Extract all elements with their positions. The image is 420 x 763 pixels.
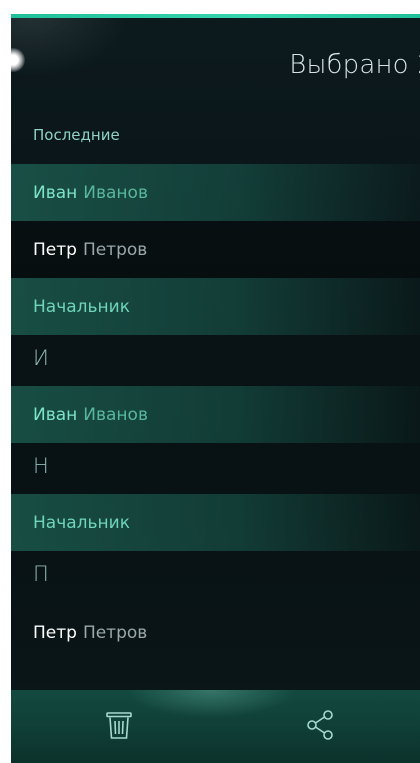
top-accent-bar: [11, 14, 420, 18]
delete-button[interactable]: [102, 708, 136, 742]
contact-first-name: Иван: [33, 182, 78, 203]
contact-first-name: Начальник: [33, 296, 130, 317]
bottom-toolbar: [11, 690, 420, 763]
page-title: Выбрано 2: [289, 50, 420, 80]
app-window: Выбрано 2 Последние Иван Иванов Петр Пет…: [11, 14, 420, 763]
contact-row-boss-recent[interactable]: Начальник: [11, 278, 420, 335]
share-icon: [307, 710, 333, 740]
section-letter-n: Н: [33, 454, 49, 478]
contact-last-name: Петров: [82, 239, 148, 260]
contact-row-ivan-recent[interactable]: Иван Иванов: [11, 164, 420, 221]
contact-row-petr-recent[interactable]: Петр Петров: [11, 221, 420, 278]
contact-row-petr[interactable]: Петр Петров: [11, 604, 420, 661]
contact-row-boss[interactable]: Начальник: [11, 494, 420, 551]
section-letter-i: И: [33, 346, 49, 370]
contact-first-name: Иван: [33, 404, 78, 425]
pulley-menu-indicator[interactable]: [11, 48, 25, 72]
share-button[interactable]: [304, 708, 338, 742]
contact-last-name: Иванов: [83, 404, 148, 425]
section-header-recent: Последние: [33, 126, 120, 144]
contact-first-name: Начальник: [33, 512, 130, 533]
contact-last-name: Иванов: [83, 182, 148, 203]
section-letter-p: П: [33, 562, 49, 586]
trash-icon: [106, 712, 132, 739]
contact-first-name: Петр: [33, 622, 77, 643]
contact-first-name: Петр: [33, 239, 77, 260]
contact-row-ivan[interactable]: Иван Иванов: [11, 386, 420, 443]
contact-last-name: Петров: [82, 622, 148, 643]
